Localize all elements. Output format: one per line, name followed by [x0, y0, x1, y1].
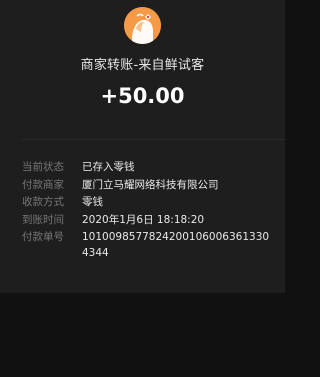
- detail-label: 付款商家: [22, 178, 64, 191]
- transfer-detail-screen: 商家转账-来自鲜试客 +50.00 当前状态 已存入零钱 付款商家 厦门立马耀网…: [0, 0, 285, 377]
- merchant-logo-icon: [124, 7, 161, 44]
- detail-label: 到账时间: [22, 213, 64, 226]
- detail-row-method: 收款方式 零钱: [22, 195, 272, 211]
- merchant-transfer-title: 商家转账-来自鲜试客: [80, 58, 205, 73]
- detail-row-payer: 付款商家 厦门立马耀网络科技有限公司: [22, 178, 272, 194]
- section-divider: [22, 139, 285, 140]
- detail-row-time: 到账时间 2020年1月6日 18:18:20: [22, 213, 272, 229]
- detail-value: 已存入零钱: [82, 161, 135, 173]
- transfer-amount: +50.00: [100, 84, 185, 108]
- detail-label: 收款方式: [22, 196, 64, 208]
- merchant-logo-graphic: [124, 7, 161, 44]
- detail-value: 2020年1月6日 18:18:20: [82, 213, 205, 226]
- detail-row-order-number: 付款单号 10100985778242001060063613304344: [22, 230, 272, 261]
- transfer-detail-card: 商家转账-来自鲜试客 +50.00 当前状态 已存入零钱 付款商家 厦门立马耀网…: [0, 0, 285, 293]
- detail-label: 付款单号: [22, 231, 64, 243]
- detail-value[interactable]: 厦门立马耀网络科技有限公司: [82, 178, 272, 194]
- detail-row-status: 当前状态 已存入零钱: [22, 160, 272, 176]
- detail-list: 当前状态 已存入零钱 付款商家 厦门立马耀网络科技有限公司 收款方式 零钱 到账…: [22, 160, 272, 263]
- detail-value: 零钱: [82, 196, 103, 208]
- detail-label: 当前状态: [22, 161, 64, 173]
- order-number-value[interactable]: 10100985778242001060063613304344: [82, 230, 272, 261]
